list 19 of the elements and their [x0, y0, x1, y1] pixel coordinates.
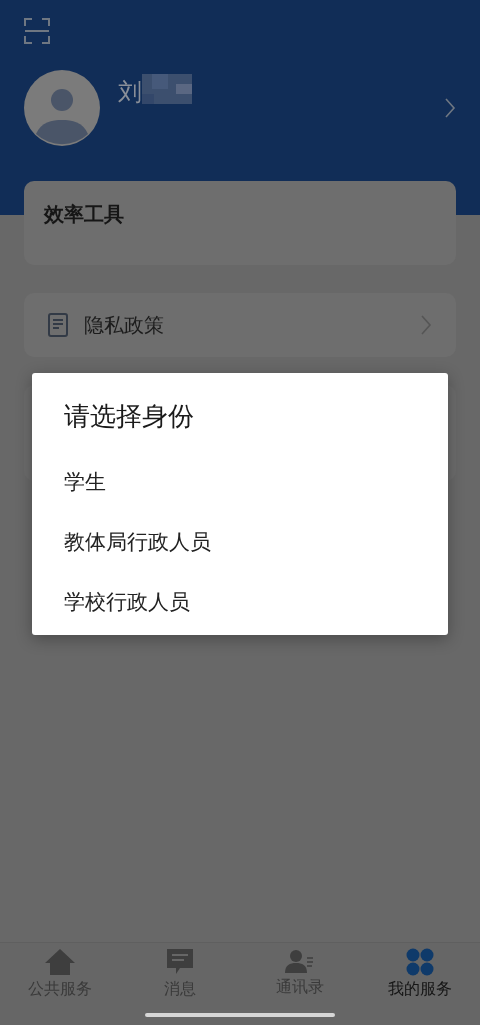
chevron-right-icon: [444, 97, 456, 119]
menu-row[interactable]: 隐私政策: [24, 293, 456, 357]
card-title: 效率工具: [44, 202, 124, 226]
message-icon: [166, 948, 194, 976]
scan-icon[interactable]: [24, 18, 50, 44]
pixelated-blur-drawing: [142, 74, 192, 104]
home-icon: [44, 948, 76, 976]
dialog-option[interactable]: 教体局行政人员: [64, 512, 416, 572]
dialog-title: 请选择身份: [64, 400, 195, 433]
document-icon: [48, 313, 68, 337]
dialog-option[interactable]: 学校行政人员: [64, 572, 416, 632]
avatar-icon: [24, 70, 100, 146]
nav-tab[interactable]: 我的服务: [360, 943, 480, 1025]
clover-icon: [406, 948, 434, 976]
user-name: 刘: [118, 77, 142, 108]
menu-label: 隐私政策: [84, 311, 165, 339]
contact-icon: [285, 948, 315, 974]
dialog-option[interactable]: 学生: [64, 452, 416, 512]
chevron-right-icon: [420, 314, 432, 336]
